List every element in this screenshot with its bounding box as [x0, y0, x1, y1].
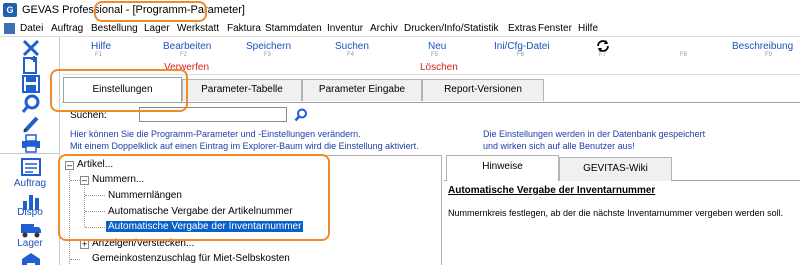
truck-icon[interactable]	[20, 219, 42, 239]
menu-app-icon[interactable]	[4, 23, 15, 34]
fkey-speichern[interactable]: Speichern	[246, 41, 291, 52]
tab-hinweise[interactable]: Hinweise	[446, 155, 559, 181]
tree-node-gemeinkosten[interactable]: Gemeinkostenzuschlag für Miet-Selbskoste…	[92, 253, 290, 264]
tree-connector	[69, 167, 70, 265]
fkey-f8-number: F8	[680, 52, 688, 58]
menu-fenster[interactable]: Fenster	[538, 23, 572, 34]
menu-archiv[interactable]: Archiv	[370, 23, 398, 34]
warehouse-icon[interactable]	[20, 251, 42, 265]
menu-hilfe[interactable]: Hilfe	[578, 23, 598, 34]
search-tool-icon[interactable]	[20, 94, 42, 114]
expand-toggle-nummern[interactable]: –	[80, 176, 89, 185]
tab-report-versionen[interactable]: Report-Versionen	[422, 79, 544, 101]
fkey-f6-number: F6	[517, 52, 525, 58]
expand-toggle-artikel[interactable]: –	[65, 161, 74, 170]
nav-lager-label[interactable]: Lager	[0, 238, 60, 249]
menu-lager[interactable]: Lager	[144, 23, 170, 34]
tab-parameter-tabelle[interactable]: Parameter-Tabelle	[182, 79, 302, 101]
tree-connector	[85, 195, 105, 196]
tab-parameter-eingabe[interactable]: Parameter Eingabe	[302, 79, 422, 101]
tree-node-artikelnummer[interactable]: Automatische Vergabe der Artikelnummer	[108, 206, 293, 217]
title-bar: G GEVAS Professional - [Programm-Paramet…	[0, 0, 800, 21]
fkey-bearbeiten[interactable]: Bearbeiten	[163, 41, 211, 52]
order-icon[interactable]	[20, 157, 42, 177]
menu-bestellung[interactable]: Bestellung	[91, 23, 138, 34]
search-input[interactable]	[139, 107, 287, 122]
function-key-bar: Hilfe F1 Bearbeiten F2 Verwerfen Speiche…	[62, 37, 800, 75]
fkey-verwerfen[interactable]: Verwerfen	[164, 62, 209, 73]
left-toolbar-divider	[0, 153, 60, 154]
fkey-f2-number: F2	[180, 52, 188, 58]
tree-node-anzeigen[interactable]: Anzeigen/Verstecken...	[92, 238, 194, 249]
tree-connector	[85, 227, 105, 228]
detail-description: Nummernkreis festlegen, ab der die nächs…	[448, 208, 784, 218]
window-title: GEVAS Professional - [Programm-Parameter…	[22, 4, 245, 16]
fkey-f3-number: F3	[264, 52, 272, 58]
search-label: Suchen:	[70, 110, 107, 121]
db-notice-line2: und wirken sich auf alle Benutzer aus!	[483, 141, 635, 151]
menu-werkstatt[interactable]: Werkstatt	[177, 23, 219, 34]
edit-pencil-icon[interactable]	[20, 114, 42, 134]
fkey-f4-number: F4	[347, 52, 355, 58]
app-logo-icon: G	[3, 3, 17, 17]
app-title: GEVAS Professional -	[22, 4, 133, 16]
refresh-icon[interactable]	[595, 39, 611, 53]
fkey-ini-cfg-datei[interactable]: Ini/Cfg-Datei	[494, 41, 550, 52]
fkey-f1-number: F1	[95, 52, 103, 58]
menu-datei[interactable]: Datei	[20, 23, 43, 34]
tree-connector	[70, 259, 80, 260]
fkey-hilfe[interactable]: Hilfe	[91, 41, 111, 52]
tab-gevitas-wiki[interactable]: GEVITAS-Wiki	[559, 157, 672, 181]
parameter-tabs: Einstellungen Parameter-Tabelle Paramete…	[62, 77, 800, 103]
detail-title: Automatische Vergabe der Inventarnummer	[448, 185, 656, 196]
db-notice-line1: Die Einstellungen werden in der Datenban…	[483, 129, 706, 139]
menu-inventur[interactable]: Inventur	[327, 23, 363, 34]
tree-connector	[70, 180, 80, 181]
tree-node-nummernlaengen[interactable]: Nummernlängen	[108, 190, 182, 201]
menu-drucken[interactable]: Drucken/Info/Statistik	[404, 23, 498, 34]
detail-tabs: Hinweise GEVITAS-Wiki	[444, 155, 800, 181]
menu-auftrag[interactable]: Auftrag	[51, 23, 83, 34]
new-document-icon[interactable]	[20, 55, 42, 75]
fkey-beschreibung[interactable]: Beschreibung	[732, 41, 793, 52]
print-icon[interactable]	[20, 133, 42, 153]
left-toolbar: Auftrag Dispo Lager	[0, 37, 60, 265]
menu-extras[interactable]: Extras	[508, 23, 536, 34]
search-icon[interactable]	[294, 108, 308, 122]
window-subtitle: [Programm-Parameter]	[132, 4, 245, 16]
fkey-suchen[interactable]: Suchen	[335, 41, 369, 52]
menu-stammdaten[interactable]: Stammdaten	[265, 23, 322, 34]
tree-node-artikel[interactable]: Artikel...	[77, 159, 113, 170]
save-icon[interactable]	[20, 74, 42, 94]
nav-dispo-label[interactable]: Dispo	[0, 207, 60, 218]
nav-auftrag-label[interactable]: Auftrag	[0, 178, 60, 189]
settings-tree: – Artikel... – Nummern... Nummernlängen …	[62, 155, 442, 265]
fkey-neu[interactable]: Neu	[428, 41, 446, 52]
tree-connector	[85, 211, 105, 212]
fkey-f7-number: F7	[599, 52, 607, 58]
tree-node-nummern[interactable]: Nummern...	[92, 174, 144, 185]
tree-connector	[84, 184, 85, 227]
fkey-loeschen[interactable]: Löschen	[420, 62, 458, 73]
fkey-f5-number: F5	[431, 52, 439, 58]
expand-toggle-anzeigen[interactable]: +	[80, 240, 89, 249]
detail-panel: Hinweise GEVITAS-Wiki Automatische Verga…	[444, 155, 800, 265]
info-text-line2: Mit einem Doppelklick auf einen Eintrag …	[70, 141, 419, 151]
menu-bar: Datei Auftrag Bestellung Lager Werkstatt…	[0, 21, 800, 37]
tree-node-inventarnummer[interactable]: Automatische Vergabe der Inventarnummer	[106, 221, 304, 232]
info-text-line1: Hier können Sie die Programm-Parameter u…	[70, 129, 361, 139]
menu-faktura[interactable]: Faktura	[227, 23, 261, 34]
tab-einstellungen[interactable]: Einstellungen	[63, 77, 182, 102]
fkey-f9-number: F9	[765, 52, 773, 58]
